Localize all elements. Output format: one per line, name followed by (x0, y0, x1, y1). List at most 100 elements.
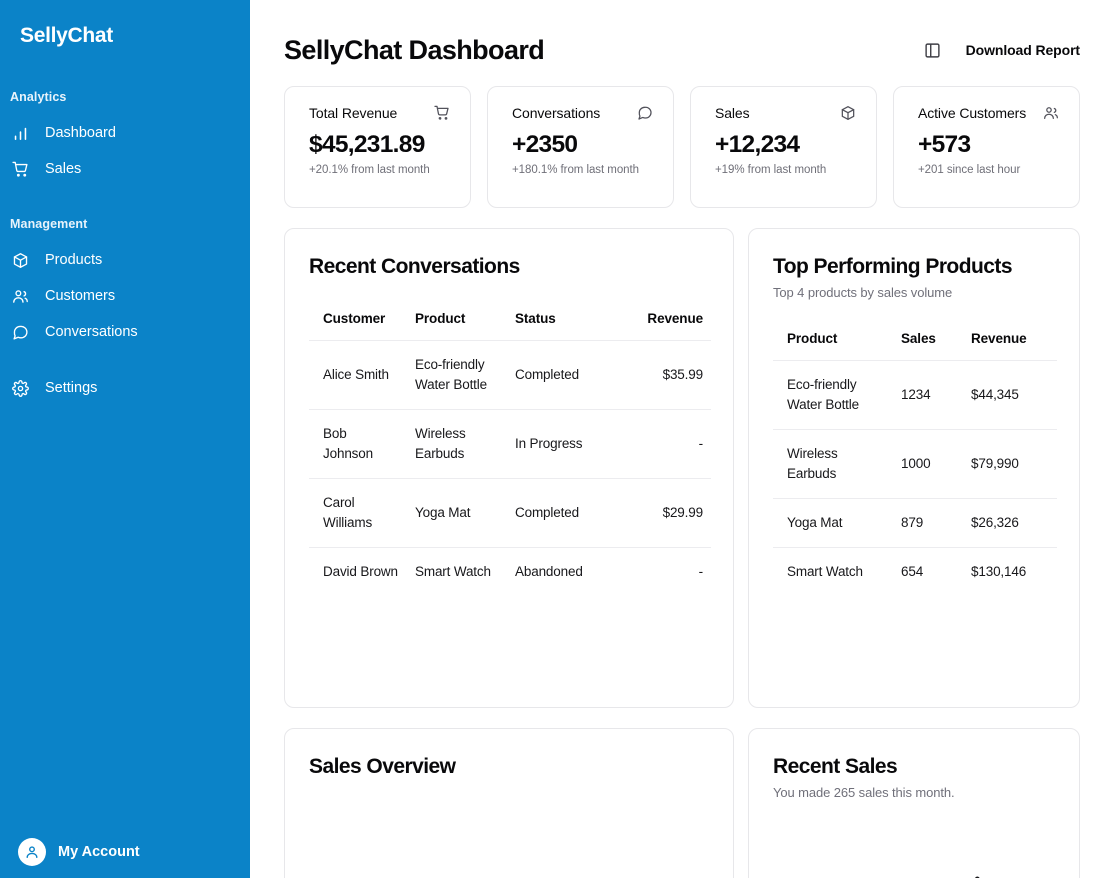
stat-subtext: +180.1% from last month (512, 164, 640, 176)
table-header-row: Product Sales Revenue (773, 322, 1057, 361)
sidebar-item-label-products: Products (45, 252, 103, 268)
column-header-status: Status (515, 311, 556, 326)
bar-chart-icon (11, 124, 30, 143)
users-icon (11, 287, 30, 306)
stat-card-active-customers: Active Customers +573 +201 since last ho… (893, 86, 1080, 208)
cell-revenue: $130,146 (963, 547, 1057, 596)
cell-revenue: $79,990 (963, 429, 1057, 499)
cell-revenue: $26,326 (963, 498, 1057, 548)
stat-head: Conversations (512, 105, 653, 121)
recent-conversations-panel: Recent Conversations Customer Product St… (284, 228, 734, 708)
cell-status: Completed (507, 478, 617, 548)
cell-product: Smart Watch (407, 547, 507, 596)
sidebar-group-analytics: Analytics Dashboard Sales (0, 90, 250, 187)
cell-customer: Alice Smith (309, 340, 407, 410)
column-header-product: Product (415, 311, 466, 326)
sidebar: SellyChat Analytics Dashboard Sales Mana… (0, 0, 250, 878)
panel-row: Recent Conversations Customer Product St… (284, 228, 1080, 708)
account-button[interactable]: My Account (0, 838, 140, 866)
sidebar-item-label-conversations: Conversations (45, 324, 138, 340)
bar-slot (389, 791, 469, 878)
stat-card-conversations: Conversations +2350 +180.1% from last mo… (487, 86, 674, 208)
account-label: My Account (58, 844, 140, 860)
stat-value: +2350 (512, 131, 578, 158)
download-report-button[interactable]: Download Report (966, 42, 1080, 58)
sidebar-item-sales[interactable]: Sales (0, 151, 242, 187)
table-body: Eco-friendly Water Bottle 1234 $44,345 W… (773, 360, 1057, 596)
sidebar-section-label-analytics: Analytics (10, 90, 67, 104)
table-body: Alice Smith Eco-friendly Water Bottle Co… (309, 340, 711, 596)
stat-title: Total Revenue (309, 105, 398, 121)
sidebar-item-settings[interactable]: Settings (0, 370, 242, 406)
sidebar-item-customers[interactable]: Customers (0, 278, 242, 314)
table-row[interactable]: Alice Smith Eco-friendly Water Bottle Co… (309, 340, 711, 410)
sidebar-item-dashboard[interactable]: Dashboard (0, 115, 242, 151)
stat-subtext: +20.1% from last month (309, 164, 430, 176)
sidebar-item-label-customers: Customers (45, 288, 116, 304)
cell-status: In Progress (507, 409, 617, 479)
table-row[interactable]: Yoga Mat 879 $26,326 (773, 498, 1057, 548)
cell-sales: 654 (893, 547, 963, 596)
cell-product: Smart Watch (773, 547, 893, 596)
cell-status: Completed (507, 340, 617, 410)
cell-sales: 1000 (893, 429, 963, 499)
sidebar-item-products[interactable]: Products (0, 242, 242, 278)
table-head: Product Sales Revenue (773, 322, 1057, 361)
bar-slot (470, 791, 550, 878)
dashboard-app: SellyChat Analytics Dashboard Sales Mana… (0, 0, 1112, 878)
sidebar-section-label-management: Management (10, 217, 88, 231)
cell-product: Wireless Earbuds (773, 429, 893, 499)
cell-product: Wireless Earbuds (407, 409, 507, 479)
line-chart-svg (749, 801, 1079, 878)
topbar-actions: Download Report (922, 39, 1080, 61)
package-icon (840, 105, 856, 121)
stat-title: Sales (715, 105, 750, 121)
table-row[interactable]: David Brown Smart Watch Abandoned - (309, 547, 711, 596)
stat-card-total-revenue: Total Revenue $45,231.89 +20.1% from las… (284, 86, 471, 208)
table-row[interactable]: Smart Watch 654 $130,146 (773, 547, 1057, 596)
users-icon (1043, 105, 1059, 121)
panel-title: Sales Overview (309, 755, 456, 778)
table-row[interactable]: Eco-friendly Water Bottle 1234 $44,345 (773, 360, 1057, 430)
stat-head: Active Customers (918, 105, 1059, 121)
sidebar-item-label-sales: Sales (45, 161, 82, 177)
table-row[interactable]: Carol Williams Yoga Mat Completed $29.99 (309, 478, 711, 548)
cell-revenue: - (617, 409, 711, 479)
panel-subtitle: Top 4 products by sales volume (773, 285, 953, 300)
stat-subtext: +19% from last month (715, 164, 827, 176)
table-head: Customer Product Status Revenue (309, 302, 711, 341)
top-products-table: Product Sales Revenue Eco-friendly Water… (773, 322, 1057, 596)
shopping-cart-icon (11, 160, 30, 179)
cell-customer: Bob Johnson (309, 409, 407, 479)
cell-product: Yoga Mat (773, 498, 893, 548)
stat-head: Sales (715, 105, 856, 121)
panel-layout-icon[interactable] (922, 39, 944, 61)
stat-value: $45,231.89 (309, 131, 425, 158)
cell-customer: David Brown (309, 547, 407, 596)
cell-revenue: $29.99 (617, 478, 711, 548)
sidebar-item-conversations[interactable]: Conversations (0, 314, 242, 350)
stat-subtext: +201 since last hour (918, 164, 1021, 176)
table-header-row: Customer Product Status Revenue (309, 302, 711, 341)
recent-sales-line-chart (749, 801, 1079, 878)
table-row[interactable]: Bob Johnson Wireless Earbuds In Progress… (309, 409, 711, 479)
sidebar-item-label-settings: Settings (45, 380, 98, 396)
gear-icon (11, 379, 30, 398)
top-products-panel: Top Performing Products Top 4 products b… (748, 228, 1080, 708)
cell-product: Eco-friendly Water Bottle (407, 340, 507, 410)
recent-conversations-table: Customer Product Status Revenue Alice Sm… (309, 302, 711, 596)
sidebar-group-management: Management Products Customers Conversati… (0, 217, 250, 406)
main-content: SellyChat Dashboard Download Report Tota… (250, 0, 1112, 878)
user-avatar-icon (18, 838, 46, 866)
cell-revenue: - (617, 547, 711, 596)
package-icon (11, 251, 30, 270)
message-square-icon (637, 105, 653, 121)
stat-title: Active Customers (918, 105, 1027, 121)
table-row[interactable]: Wireless Earbuds 1000 $79,990 (773, 429, 1057, 499)
stats-row: Total Revenue $45,231.89 +20.1% from las… (284, 86, 1080, 208)
recent-sales-panel: Recent Sales You made 265 sales this mon… (748, 728, 1080, 878)
message-square-icon (11, 323, 30, 342)
stat-title: Conversations (512, 105, 601, 121)
cell-sales: 879 (893, 498, 963, 548)
